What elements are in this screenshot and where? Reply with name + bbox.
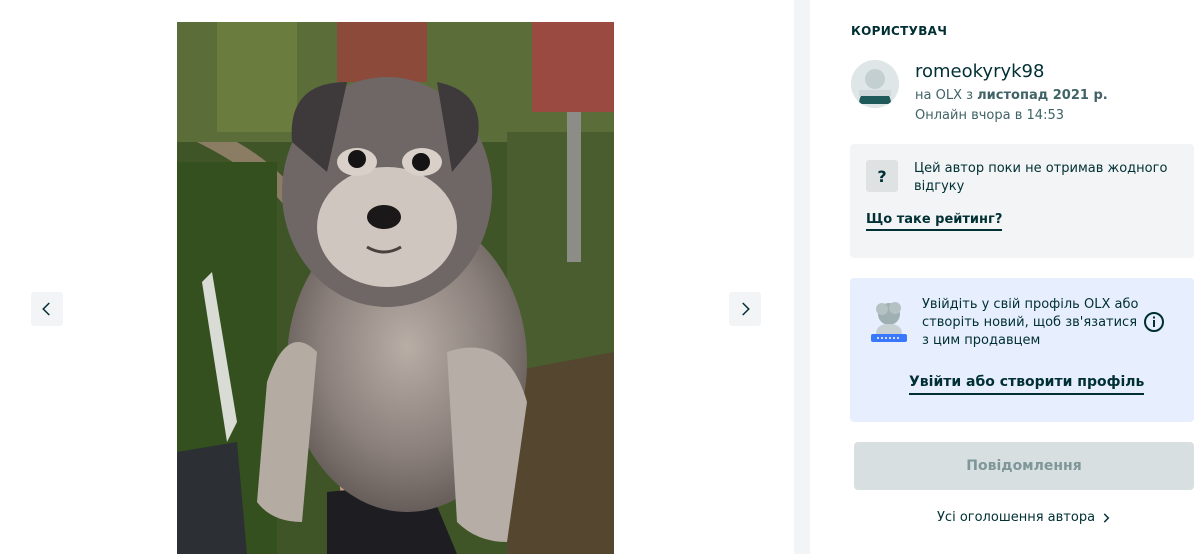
previous-photo-button[interactable] [31,292,63,326]
rating-text: Цей автор поки не отримав жодного відгук… [914,161,1168,194]
next-photo-button[interactable] [729,292,761,326]
member-since-prefix: на OLX з [915,88,978,103]
avatar[interactable] [851,60,899,108]
login-illustration-icon [871,302,907,342]
question-icon: ? [866,160,898,192]
member-since: на OLX з листопад 2021 р. [915,88,1108,103]
page: КОРИСТУВАЧ romeokyryk98 на OLX з листопа… [0,0,1204,554]
all-seller-ads-label: Усі оголошення автора [937,510,1096,525]
chevron-right-icon [742,302,750,316]
section-label: КОРИСТУВАЧ [851,24,948,38]
chevron-left-icon [42,302,50,316]
info-icon[interactable] [1143,311,1165,333]
chevron-right-icon [1103,512,1110,523]
login-prompt-box: Увійдіть у свій профіль OLX або створіть… [850,278,1194,422]
puppy-photo-image [177,22,614,554]
seller-username[interactable]: romeokyryk98 [915,61,1044,82]
login-or-register-link[interactable]: Увійти або створити профіль [909,374,1145,395]
member-since-date: листопад 2021 р. [977,88,1108,103]
rating-box: ? Цей автор поки не отримав жодного відг… [850,144,1194,258]
online-status: Онлайн вчора в 14:53 [915,108,1064,123]
login-prompt-text: Увійдіть у свій профіль OLX або створіть… [922,297,1139,348]
column-divider [794,0,810,554]
puppy-photo[interactable] [177,22,614,554]
what-is-rating-link[interactable]: Що таке рейтинг? [866,212,1003,231]
all-seller-ads-link[interactable]: Усі оголошення автора [937,510,1113,525]
message-button[interactable]: Повідомлення [854,442,1194,490]
seller-sidebar: КОРИСТУВАЧ romeokyryk98 на OLX з листопа… [810,0,1204,554]
user-avatar-icon [851,60,899,108]
photo-gallery [0,0,794,554]
